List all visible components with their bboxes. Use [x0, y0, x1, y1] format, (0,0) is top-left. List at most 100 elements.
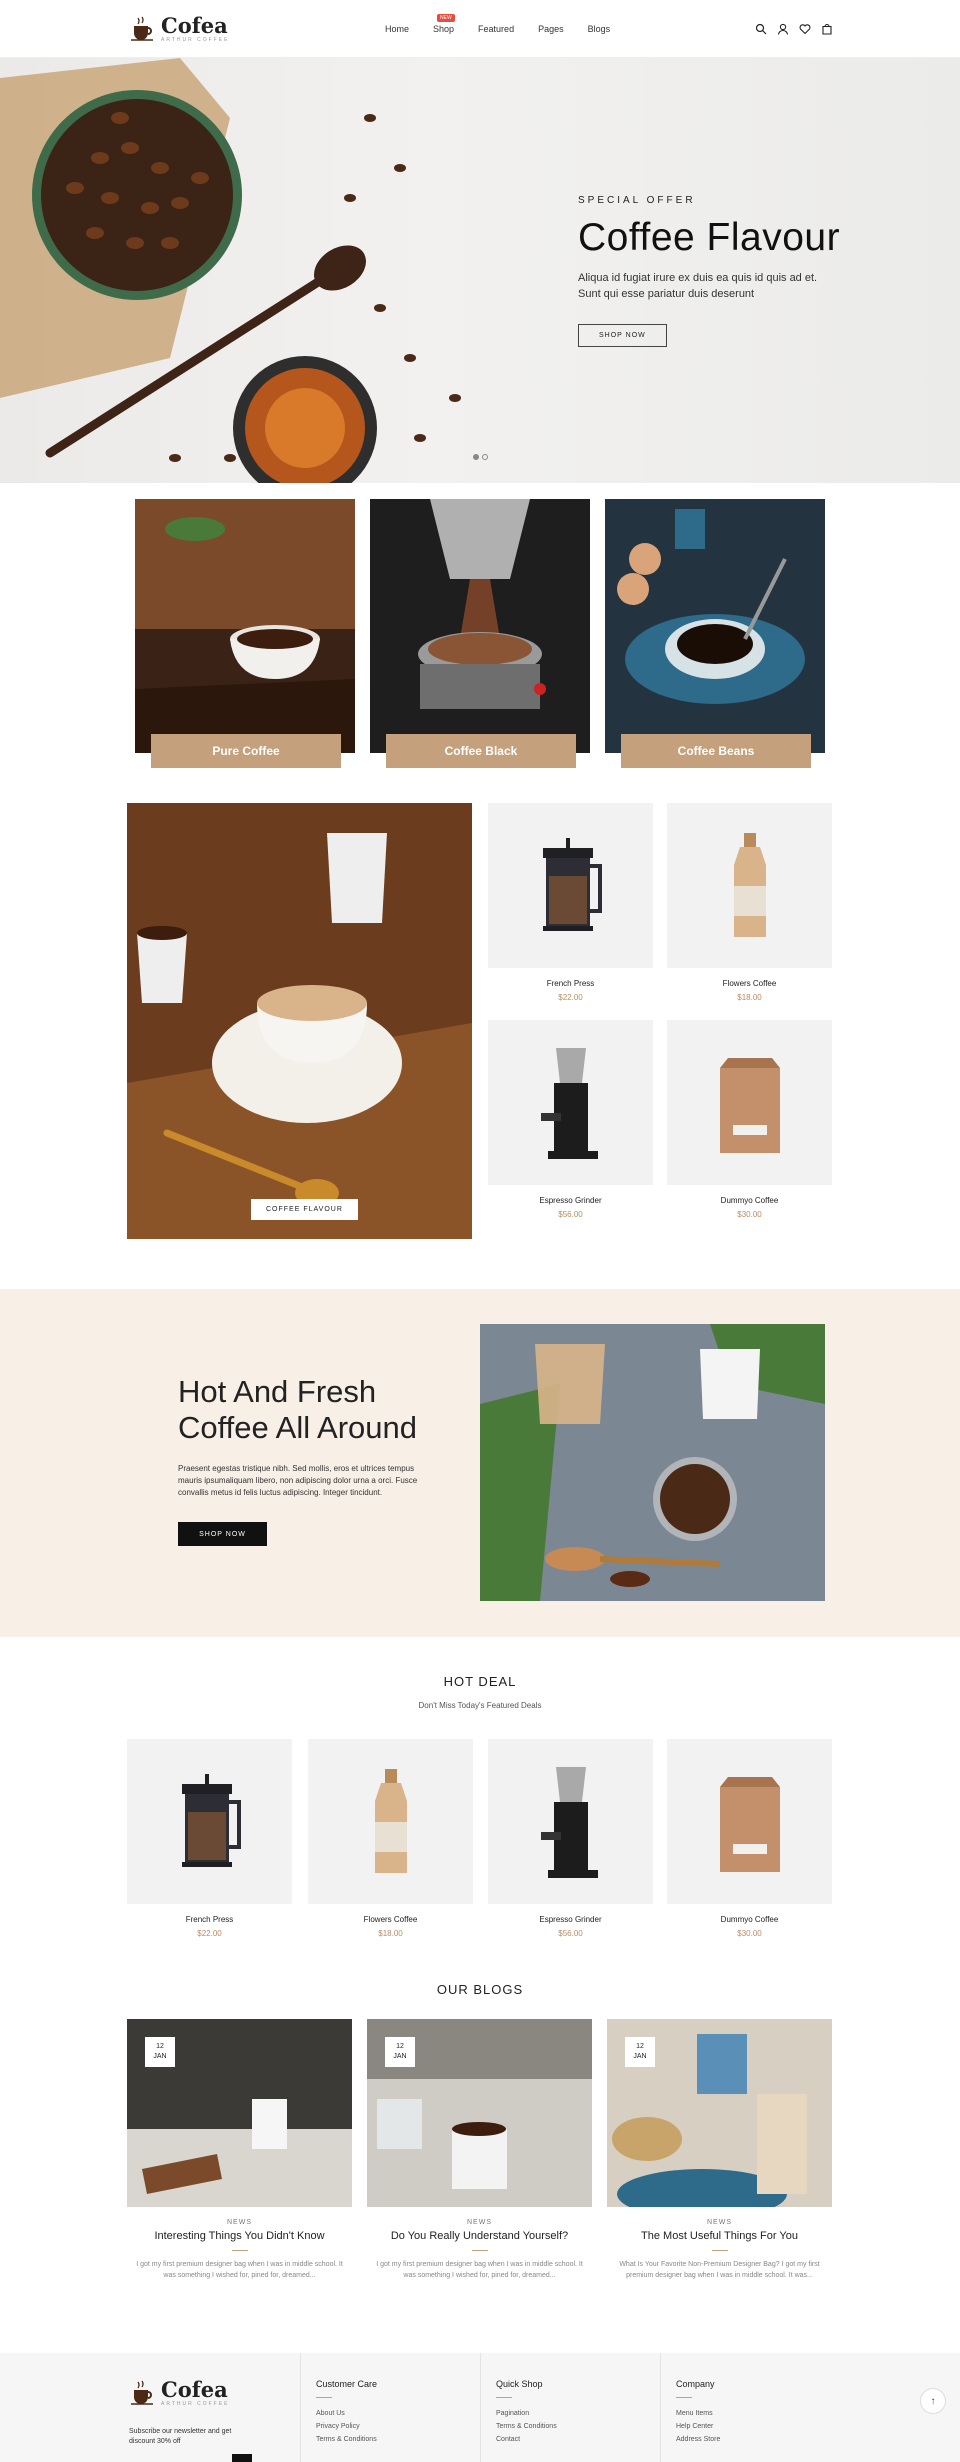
- footer-logo-name: Cofea: [161, 2377, 228, 2402]
- product-image: [488, 1020, 653, 1185]
- product-card[interactable]: Dummyo Coffee $30.00: [667, 1020, 832, 1219]
- product-name[interactable]: French Press: [127, 1915, 292, 1924]
- cart-icon[interactable]: [821, 23, 833, 35]
- nav-featured[interactable]: Featured: [478, 24, 514, 34]
- footer-col-title: Customer Care: [316, 2379, 378, 2389]
- product-name[interactable]: Flowers Coffee: [308, 1915, 473, 1924]
- footer-link[interactable]: Menu Items: [676, 2410, 720, 2417]
- blog-divider: [711, 2250, 728, 2251]
- category-image: [370, 499, 590, 753]
- nav-home[interactable]: Home: [385, 24, 409, 34]
- logo[interactable]: Cofea ARTHUR COFFEE: [129, 15, 229, 43]
- site-header: Cofea ARTHUR COFFEE Home Shop NEW Featur…: [0, 0, 960, 58]
- featured-banner-image: [127, 803, 472, 1239]
- search-icon[interactable]: [755, 23, 767, 35]
- promo-image: [480, 1324, 825, 1601]
- blog-title[interactable]: Interesting Things You Didn't Know: [127, 2230, 352, 2242]
- nav-blogs[interactable]: Blogs: [588, 24, 611, 34]
- footer-link[interactable]: Contact: [496, 2436, 557, 2443]
- promo-shop-now-button[interactable]: SHOP NOW: [178, 1522, 267, 1546]
- promo-title-line1: Hot And Fresh: [178, 1374, 377, 1409]
- product-card[interactable]: Flowers Coffee $18.00: [667, 803, 832, 1002]
- blog-card[interactable]: 12 JAN NEWS The Most Useful Things For Y…: [607, 2019, 832, 2281]
- promo-title: Hot And Fresh Coffee All Around: [178, 1374, 417, 1446]
- product-name[interactable]: Espresso Grinder: [488, 1196, 653, 1205]
- category-image: [605, 499, 825, 753]
- blog-divider: [231, 2250, 248, 2251]
- product-name[interactable]: Dummyo Coffee: [667, 1196, 832, 1205]
- footer-link[interactable]: About Us: [316, 2410, 377, 2417]
- coffee-bottle-icon: [733, 832, 766, 937]
- blog-date: 12 JAN: [385, 2037, 415, 2067]
- product-image: [667, 803, 832, 968]
- category-label[interactable]: Pure Coffee: [151, 734, 341, 768]
- blog-category[interactable]: NEWS: [367, 2219, 592, 2226]
- product-card[interactable]: French Press $22.00: [127, 1739, 292, 1938]
- blog-date-day: 12: [636, 2043, 644, 2050]
- nav-shop[interactable]: Shop NEW: [433, 14, 455, 34]
- blog-card[interactable]: 12 JAN NEWS Interesting Things You Didn'…: [127, 2019, 352, 2281]
- back-to-top-button[interactable]: ↑: [920, 2388, 946, 2414]
- product-price: $30.00: [737, 1929, 762, 1938]
- new-badge: NEW: [437, 14, 455, 22]
- blog-date: 12 JAN: [625, 2037, 655, 2067]
- product-card[interactable]: Espresso Grinder $56.00: [488, 1020, 653, 1219]
- category-label[interactable]: Coffee Beans: [621, 734, 811, 768]
- footer-link[interactable]: Pagination: [496, 2410, 557, 2417]
- espresso-grinder-icon: [540, 1047, 598, 1159]
- coffee-flavour-button[interactable]: COFFEE FLAVOUR: [251, 1199, 358, 1220]
- newsletter-text: Subscribe our newsletter and get discoun…: [129, 2428, 232, 2445]
- blog-title[interactable]: The Most Useful Things For You: [607, 2230, 832, 2242]
- product-card[interactable]: Dummyo Coffee $30.00: [667, 1739, 832, 1938]
- main-nav: Home Shop NEW Featured Pages Blogs: [385, 0, 634, 58]
- category-card[interactable]: Pure Coffee: [135, 499, 355, 768]
- product-name[interactable]: Espresso Grinder: [488, 1915, 653, 1924]
- site-footer: Cofea ARTHUR COFFEE Subscribe our newsle…: [0, 2353, 960, 2462]
- product-name[interactable]: Dummyo Coffee: [667, 1915, 832, 1924]
- user-icon[interactable]: [777, 23, 789, 35]
- slider-dot-2[interactable]: [482, 454, 488, 460]
- product-price: $30.00: [737, 1210, 762, 1219]
- footer-logo[interactable]: Cofea ARTHUR COFFEE: [129, 2379, 229, 2407]
- footer-link[interactable]: Help Center: [676, 2423, 720, 2430]
- product-image: [488, 803, 653, 968]
- promo-title-line2: Coffee All Around: [178, 1410, 417, 1445]
- product-name[interactable]: French Press: [488, 979, 653, 988]
- coffee-bottle-icon: [374, 1768, 407, 1873]
- product-card[interactable]: French Press $22.00: [488, 803, 653, 1002]
- hero-shop-now-button[interactable]: SHOP NOW: [578, 324, 667, 347]
- footer-link[interactable]: Address Store: [676, 2436, 720, 2443]
- blog-title[interactable]: Do You Really Understand Yourself?: [367, 2230, 592, 2242]
- hero-coffee-image: [0, 58, 461, 483]
- nav-pages[interactable]: Pages: [538, 24, 564, 34]
- promo-banner: Hot And Fresh Coffee All Around Praesent…: [0, 1289, 960, 1637]
- product-card[interactable]: Espresso Grinder $56.00: [488, 1739, 653, 1938]
- hero-eyebrow: SPECIAL OFFER: [578, 195, 696, 206]
- blog-category[interactable]: NEWS: [127, 2219, 352, 2226]
- hot-deal-header: HOT DEAL Don't Miss Today's Featured Dea…: [0, 1674, 960, 1710]
- footer-link[interactable]: Terms & Conditions: [316, 2436, 377, 2443]
- coffee-cup-logo-icon: [131, 16, 153, 41]
- footer-link[interactable]: Privacy Policy: [316, 2423, 377, 2430]
- product-card[interactable]: Flowers Coffee $18.00: [308, 1739, 473, 1938]
- logo-tagline: ARTHUR COFFEE: [161, 36, 230, 43]
- blog-category[interactable]: NEWS: [607, 2219, 832, 2226]
- category-label[interactable]: Coffee Black: [386, 734, 576, 768]
- footer-link[interactable]: Terms & Conditions: [496, 2423, 557, 2430]
- blog-card[interactable]: 12 JAN NEWS Do You Really Understand You…: [367, 2019, 592, 2281]
- hero-slider: SPECIAL OFFER Coffee Flavour Aliqua id f…: [0, 58, 960, 483]
- featured-banner[interactable]: COFFEE FLAVOUR: [127, 803, 472, 1239]
- slider-dot-1[interactable]: [473, 454, 479, 460]
- product-image: [488, 1739, 653, 1904]
- slider-dots: [473, 454, 488, 460]
- blogs-title: OUR BLOGS: [436, 1982, 524, 1997]
- blog-image: 12 JAN: [367, 2019, 592, 2207]
- newsletter-submit-button[interactable]: [232, 2454, 252, 2462]
- product-price: $22.00: [197, 1929, 222, 1938]
- category-image: [135, 499, 355, 753]
- heart-icon[interactable]: [799, 23, 811, 35]
- product-name[interactable]: Flowers Coffee: [667, 979, 832, 988]
- hero-text: Aliqua id fugiat irure ex duis ea quis i…: [578, 272, 818, 300]
- category-card[interactable]: Coffee Beans: [605, 499, 825, 768]
- category-card[interactable]: Coffee Black: [370, 499, 590, 768]
